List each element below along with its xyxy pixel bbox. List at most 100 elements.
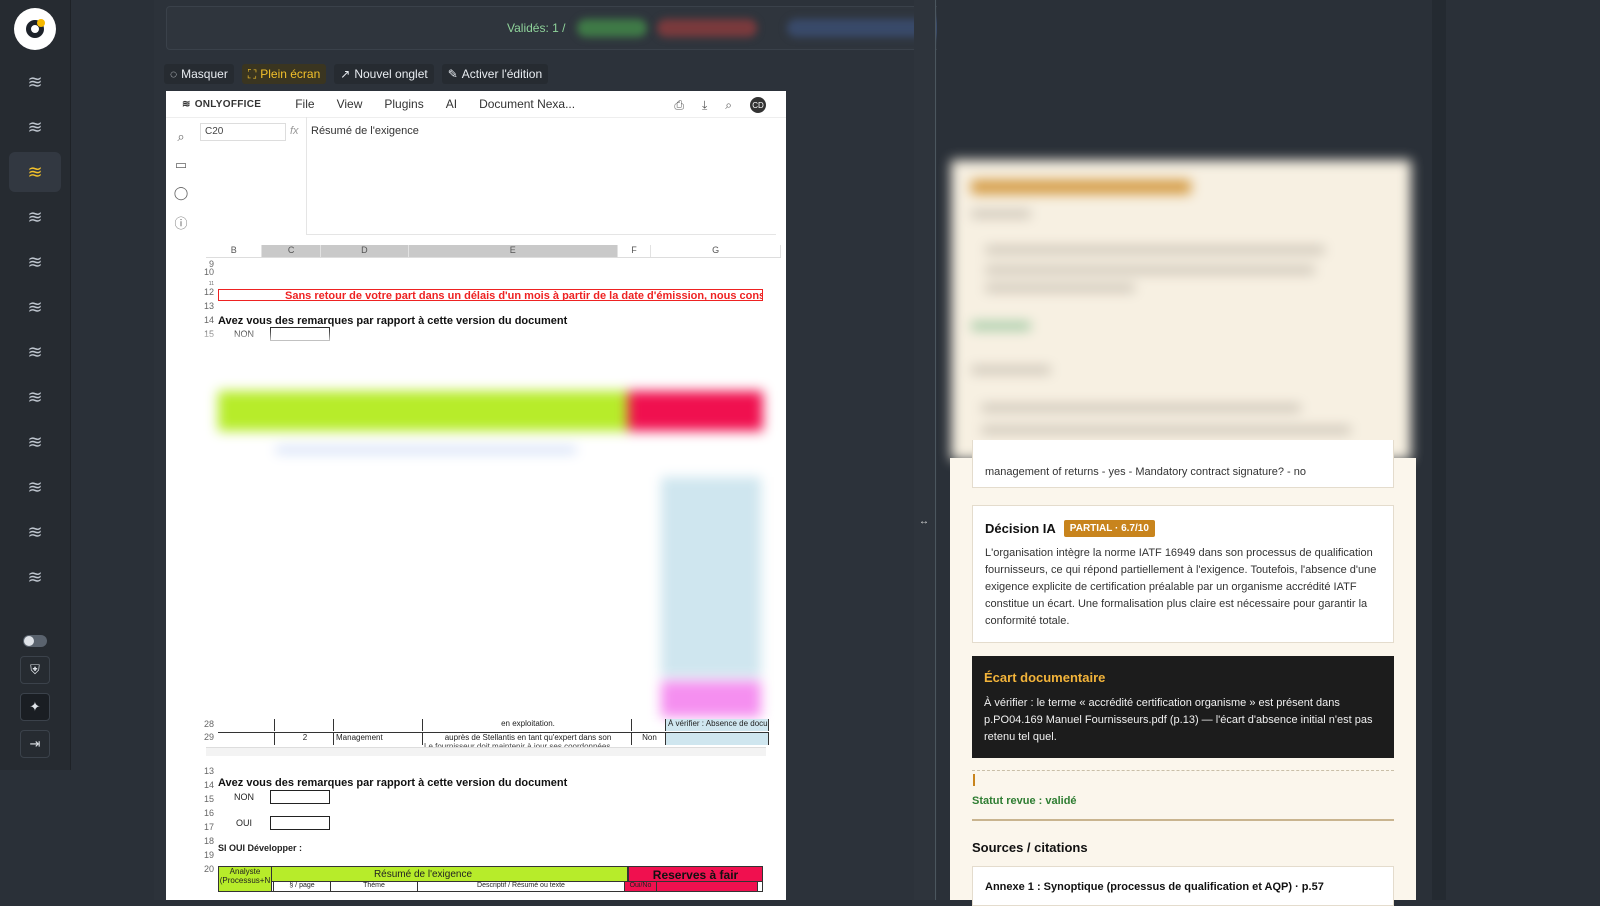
sidebar-item-9[interactable]: ≋ (9, 422, 61, 462)
layers-icon: ≋ (27, 386, 43, 407)
blurred-pill-red (657, 19, 757, 37)
non-box-2[interactable] (270, 790, 330, 804)
sidebar-item-5[interactable]: ≋ (9, 242, 61, 282)
layers-icon: ≋ (27, 431, 43, 452)
layers-icon: ≋ (27, 566, 43, 587)
sidebar-item-2[interactable]: ≋ (9, 107, 61, 147)
cell (666, 733, 769, 745)
formula-bar[interactable]: Résumé de l'exigence (306, 117, 776, 235)
sidebar-nav: ≋ ≋ ≋ ≋ ≋ ≋ ≋ ≋ ≋ ≋ ≋ ≋ (0, 62, 70, 602)
logout-button[interactable]: ⇥ (20, 730, 50, 758)
col-g[interactable]: G (651, 245, 781, 257)
shield-button[interactable]: ⛨ (20, 656, 50, 684)
sidebar-item-8[interactable]: ≋ (9, 377, 61, 417)
row-number: 17 (203, 822, 214, 832)
oui-label: OUI (236, 818, 253, 828)
menu-plugins[interactable]: Plugins (384, 97, 423, 111)
info-icon[interactable]: ⓘ (174, 213, 187, 232)
ai-decision-text: L'organisation intègre la norme IATF 169… (985, 547, 1377, 627)
sidebar-item-11[interactable]: ≋ (9, 512, 61, 552)
red-banner-cell[interactable]: Sans retour de votre part dans un délais… (218, 289, 763, 301)
sidebar-item-10[interactable]: ≋ (9, 467, 61, 507)
layers-icon: ≋ (27, 71, 43, 92)
cell-text: en exploitation. (423, 719, 632, 731)
menu-ai[interactable]: AI (446, 97, 457, 111)
analyste-label: Analyste (229, 867, 261, 876)
text-cursor[interactable] (973, 774, 975, 786)
source-item[interactable]: Annexe 1 : Synoptique (processus de qual… (972, 866, 1394, 906)
chat-icon[interactable]: ◯ (174, 185, 189, 201)
print-icon[interactable]: ⎙ (674, 98, 684, 113)
col-c[interactable]: C (262, 245, 321, 257)
cell (218, 733, 275, 745)
sidebar-item-12[interactable]: ≋ (9, 557, 61, 597)
fx-icon: fx (290, 125, 299, 137)
comment-icon[interactable]: ▭ (175, 157, 187, 173)
theme-toggle[interactable] (23, 635, 47, 647)
layers-icon: ≋ (27, 116, 43, 137)
pencil-icon: ✎ (447, 67, 458, 81)
col-f[interactable]: F (618, 245, 652, 257)
hide-button[interactable]: ◌ Masquer (164, 64, 234, 84)
logo-icon (26, 19, 45, 38)
far-right-background (1446, 0, 1600, 900)
layers-icon: ≋ (27, 161, 43, 182)
fullscreen-label: Plein écran (260, 67, 321, 81)
layers-icon: ≋ (27, 296, 43, 317)
row-number: 15 (203, 794, 214, 804)
row-number: 18 (203, 836, 214, 846)
new-tab-button[interactable]: ↗ Nouvel onglet (334, 64, 434, 84)
ai-decision-card: Décision IA PARTIAL · 6.7/10 L'organisat… (972, 505, 1394, 643)
row-number: 20 (203, 864, 214, 874)
status-divider (972, 819, 1394, 821)
enable-edit-button[interactable]: ✎ Activer l'édition (441, 64, 549, 84)
hide-label: Masquer (181, 67, 228, 81)
download-icon[interactable]: ⤓ (702, 98, 707, 113)
search-icon[interactable]: ⌕ (725, 98, 732, 113)
menu-view[interactable]: View (337, 97, 363, 111)
panel-scrollbar[interactable] (1432, 0, 1446, 900)
app-sidebar: ≋ ≋ ≋ ≋ ≋ ≋ ≋ ≋ ≋ ≋ ≋ ≋ ⛨ ✦ ⇥ (0, 0, 71, 770)
app-logo[interactable] (14, 8, 56, 50)
fullscreen-button[interactable]: ⛶ Plein écran (241, 64, 327, 84)
blurred-link (276, 447, 576, 453)
magic-wand-icon: ✦ (29, 699, 41, 714)
col-d[interactable]: D (320, 245, 409, 257)
row-number: 10 (203, 267, 214, 277)
blurred-line (985, 266, 1315, 274)
search-icon[interactable]: ⌕ (177, 129, 184, 145)
blurred-badge (971, 180, 1191, 194)
sidebar-item-6[interactable]: ≋ (9, 287, 61, 327)
blurred-sheet-region (166, 337, 786, 719)
magic-wand-button[interactable]: ✦ (20, 693, 50, 721)
sidebar-item-7[interactable]: ≋ (9, 332, 61, 372)
ai-decision-header: Décision IA PARTIAL · 6.7/10 (985, 520, 1381, 537)
onlyoffice-editor: ≋ ONLYOFFICE File View Plugins AI Documen… (166, 91, 786, 900)
sub-cell: Descriptif / Résumé ou texte (418, 882, 625, 891)
blurred-card (951, 160, 1411, 460)
col-e[interactable]: E (408, 245, 618, 257)
oui-box[interactable] (270, 816, 330, 830)
menu-file[interactable]: File (295, 97, 314, 111)
col-b[interactable]: B (206, 245, 263, 257)
layers-icon: ≋ (27, 476, 43, 497)
table-row-28[interactable]: en exploitation. À vérifier : Absence de… (218, 719, 769, 731)
panel-divider[interactable] (914, 0, 936, 900)
cell-theme: Management (334, 733, 423, 745)
cell (275, 719, 334, 731)
gap-title: Écart documentaire (984, 670, 1106, 685)
user-avatar[interactable]: CD (750, 97, 766, 113)
blurred-line (971, 322, 1031, 330)
reserves-header-cell[interactable]: Reserves à fair (628, 866, 763, 882)
resume-header-cell[interactable]: Résumé de l'exigence (218, 866, 628, 882)
onlyoffice-brand: ≋ ONLYOFFICE (182, 99, 261, 110)
eye-slash-icon: ◌ (170, 67, 178, 81)
sidebar-item-4[interactable]: ≋ (9, 197, 61, 237)
cell-name-box[interactable]: C20 (200, 123, 286, 141)
sidebar-item-3-active[interactable]: ≋ (9, 152, 61, 192)
menu-document[interactable]: Document Nexa... (479, 97, 575, 111)
sidebar-item-1[interactable]: ≋ (9, 62, 61, 102)
resize-handle-icon[interactable]: ↔ (919, 516, 929, 527)
blurred-magenta-cell (661, 681, 761, 717)
horizontal-scrollbar[interactable] (206, 747, 766, 756)
